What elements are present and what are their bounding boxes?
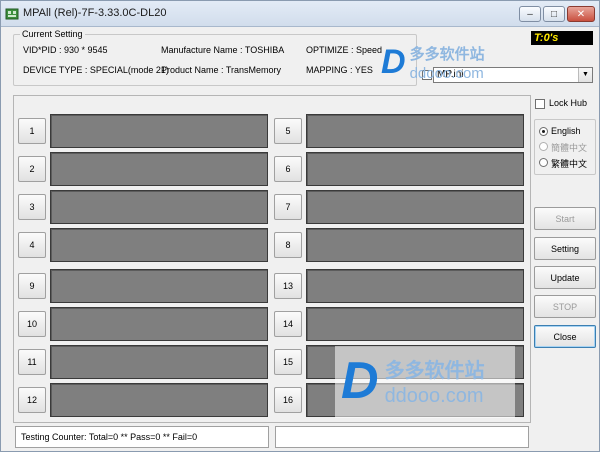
port-status-bar-2 <box>50 152 268 186</box>
port-status-bar-5 <box>306 114 524 148</box>
title-bar[interactable]: MPAll (Rel)-7F-3.33.0C-DL20 – □ ✕ <box>1 1 599 27</box>
port-button-11[interactable]: 11 <box>18 349 46 375</box>
window-title: MPAll (Rel)-7F-3.33.0C-DL20 <box>23 7 167 19</box>
port-status-bar-11 <box>50 345 268 379</box>
traditional-chinese-label: 繁體中文 <box>551 159 588 169</box>
mapping-text: MAPPING : YES <box>306 65 373 75</box>
port-status-bar-13 <box>306 269 524 303</box>
watermark-url: ddooo.com <box>409 65 484 82</box>
port-button-9[interactable]: 9 <box>18 273 46 299</box>
port-status-bar-4 <box>50 228 268 262</box>
port-button-12[interactable]: 12 <box>18 387 46 413</box>
port-button-1[interactable]: 1 <box>18 118 46 144</box>
watermark-cn-text-bottom: 多多软件站 <box>384 360 485 382</box>
watermark-logo: D <box>381 43 406 81</box>
start-label: Start <box>555 213 575 224</box>
port-button-14[interactable]: 14 <box>274 311 302 337</box>
app-icon <box>5 8 19 20</box>
testing-counter: Testing Counter: Total=0 ** Pass=0 ** Fa… <box>15 426 269 448</box>
maximize-icon: □ <box>550 8 558 20</box>
watermark-url-bottom: ddooo.com <box>384 385 484 407</box>
update-button[interactable]: Update <box>534 266 596 289</box>
watermark-top: D 多多软件站 ddooo.com <box>381 43 485 82</box>
port-status-bar-6 <box>306 152 524 186</box>
watermark-bottom: D 多多软件站 ddooo.com <box>341 351 485 411</box>
update-label: Update <box>550 272 580 283</box>
start-button[interactable]: Start <box>534 207 596 230</box>
chevron-down-icon: ▼ <box>578 68 592 82</box>
port-status-bar-14 <box>306 307 524 341</box>
timer-display: T:0's <box>531 31 593 45</box>
minimize-icon: – <box>527 8 533 20</box>
close-label: Close <box>553 331 577 342</box>
watermark-logo-bottom: D <box>341 352 379 410</box>
lock-hub-checkbox[interactable] <box>535 99 545 109</box>
current-setting-title: Current Setting <box>20 29 85 39</box>
simplified-chinese-radio[interactable] <box>539 142 548 151</box>
port-status-bar-9 <box>50 269 268 303</box>
device-type-text: DEVICE TYPE : SPECIAL(mode 21) <box>23 65 169 75</box>
stop-label: STOP <box>552 301 578 312</box>
port-button-16[interactable]: 16 <box>274 387 302 413</box>
port-status-bar-3 <box>50 190 268 224</box>
port-button-5[interactable]: 5 <box>274 118 302 144</box>
vid-pid-text: VID*PID : 930 * 9545 <box>23 45 108 55</box>
port-button-4[interactable]: 4 <box>18 232 46 258</box>
close-button[interactable]: Close <box>534 325 596 348</box>
english-radio[interactable] <box>539 127 548 136</box>
port-button-6[interactable]: 6 <box>274 156 302 182</box>
port-status-bar-1 <box>50 114 268 148</box>
port-status-bar-7 <box>306 190 524 224</box>
setting-label: Setting <box>550 243 580 254</box>
stop-button[interactable]: STOP <box>534 295 596 318</box>
maximize-button[interactable]: □ <box>543 6 565 22</box>
close-icon: ✕ <box>576 8 586 20</box>
port-button-13[interactable]: 13 <box>274 273 302 299</box>
watermark-cn-text: 多多软件站 <box>409 46 485 63</box>
port-button-2[interactable]: 2 <box>18 156 46 182</box>
current-setting-group: Current Setting <box>13 29 417 86</box>
minimize-button[interactable]: – <box>519 6 541 22</box>
port-button-10[interactable]: 10 <box>18 311 46 337</box>
simplified-chinese-label: 簡體中文 <box>551 143 588 153</box>
status-right <box>275 426 529 448</box>
manufacture-text: Manufacture Name : TOSHIBA <box>161 45 285 55</box>
optimize-text: OPTIMIZE : Speed <box>306 45 383 55</box>
lock-hub-label: Lock Hub <box>549 98 588 108</box>
product-text: Product Name : TransMemory <box>161 65 282 75</box>
port-button-7[interactable]: 7 <box>274 194 302 220</box>
main-window: MPAll (Rel)-7F-3.33.0C-DL20 – □ ✕ Curren… <box>0 0 600 452</box>
english-label: English <box>551 126 581 136</box>
port-button-8[interactable]: 8 <box>274 232 302 258</box>
traditional-chinese-radio[interactable] <box>539 158 548 167</box>
setting-button[interactable]: Setting <box>534 237 596 260</box>
port-button-15[interactable]: 15 <box>274 349 302 375</box>
close-window-button[interactable]: ✕ <box>567 6 595 22</box>
port-status-bar-8 <box>306 228 524 262</box>
port-status-bar-10 <box>50 307 268 341</box>
port-button-3[interactable]: 3 <box>18 194 46 220</box>
port-status-bar-12 <box>50 383 268 417</box>
